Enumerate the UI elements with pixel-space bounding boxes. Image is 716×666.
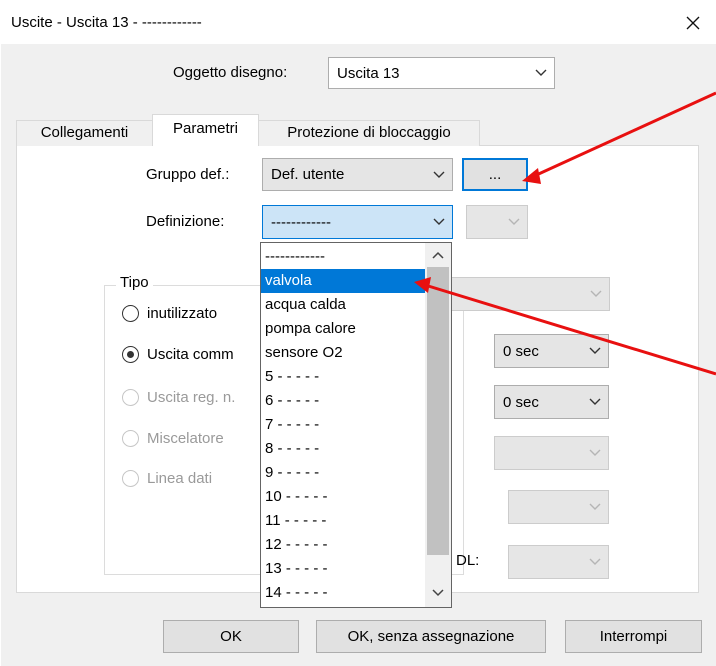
gruppo-label: Gruppo def.: bbox=[146, 166, 230, 183]
radio-linea-dati[interactable] bbox=[122, 470, 139, 487]
chevron-down-icon bbox=[535, 69, 547, 77]
radio-label-uscita-reg: Uscita reg. n. bbox=[147, 389, 236, 406]
chevron-down-icon bbox=[433, 171, 445, 179]
dropdown-item[interactable]: 10 - - - - - bbox=[261, 485, 425, 509]
chevron-down-icon bbox=[508, 218, 520, 226]
definizione-dropdown-list[interactable]: ------------ valvola acqua calda pompa c… bbox=[260, 242, 452, 608]
gruppo-select[interactable]: Def. utente bbox=[262, 158, 453, 191]
ok-button[interactable]: OK bbox=[163, 620, 299, 653]
delay-select-1[interactable]: 0 sec bbox=[494, 334, 609, 368]
radio-miscelatore[interactable] bbox=[122, 430, 139, 447]
dropdown-item[interactable]: acqua calda bbox=[261, 293, 425, 317]
option-select-4[interactable] bbox=[508, 490, 609, 524]
dropdown-item[interactable]: 11 - - - - - bbox=[261, 509, 425, 533]
radio-uscita-reg[interactable] bbox=[122, 389, 139, 406]
dropdown-item[interactable]: 14 - - - - - bbox=[261, 581, 425, 605]
dropdown-item[interactable]: 12 - - - - - bbox=[261, 533, 425, 557]
tab-protezione-bloccaggio[interactable]: Protezione di bloccaggio bbox=[258, 120, 480, 146]
dropdown-item[interactable]: 13 - - - - - bbox=[261, 557, 425, 581]
oggetto-select[interactable]: Uscita 13 bbox=[328, 57, 555, 89]
dropdown-item[interactable]: sensore O2 bbox=[261, 341, 425, 365]
window-title: Uscite - Uscita 13 - ------------ bbox=[11, 14, 202, 31]
tab-parametri[interactable]: Parametri bbox=[152, 114, 259, 146]
scroll-up-icon[interactable] bbox=[431, 250, 445, 260]
dropdown-scrollbar[interactable] bbox=[425, 243, 451, 607]
dropdown-item[interactable]: pompa calore bbox=[261, 317, 425, 341]
radio-uscita-comm[interactable] bbox=[122, 346, 139, 363]
close-icon bbox=[686, 16, 700, 30]
dropdown-item[interactable]: 6 - - - - - bbox=[261, 389, 425, 413]
radio-label-uscita-comm: Uscita comm bbox=[147, 346, 234, 363]
scroll-thumb[interactable] bbox=[427, 267, 449, 555]
radio-label-miscelatore: Miscelatore bbox=[147, 430, 224, 447]
dropdown-item[interactable]: 9 - - - - - bbox=[261, 461, 425, 485]
tab-collegamenti[interactable]: Collegamenti bbox=[16, 120, 153, 146]
dropdown-item[interactable]: 8 - - - - - bbox=[261, 437, 425, 461]
close-button[interactable] bbox=[678, 8, 708, 38]
ok-no-assign-button[interactable]: OK, senza assegnazione bbox=[316, 620, 546, 653]
definizione-label: Definizione: bbox=[146, 213, 225, 230]
dialog-edge bbox=[0, 44, 1, 666]
chevron-down-icon bbox=[589, 558, 601, 566]
dl-label: DL: bbox=[456, 552, 480, 569]
radio-label-inutilizzato: inutilizzato bbox=[147, 305, 218, 322]
ellipsis-button[interactable]: ... bbox=[462, 158, 528, 191]
radio-label-linea-dati: Linea dati bbox=[147, 470, 213, 487]
chevron-down-icon bbox=[589, 398, 601, 406]
dropdown-item-selected[interactable]: valvola bbox=[261, 269, 425, 293]
dropdown-item[interactable]: 7 - - - - - bbox=[261, 413, 425, 437]
delay-select-2[interactable]: 0 sec bbox=[494, 385, 609, 419]
oggetto-label: Oggetto disegno: bbox=[173, 64, 288, 81]
dl-select[interactable] bbox=[508, 545, 609, 579]
chevron-down-icon bbox=[589, 347, 601, 355]
tipo-detail-select[interactable] bbox=[440, 277, 610, 311]
cancel-button[interactable]: Interrompi bbox=[565, 620, 702, 653]
definizione-extra-select[interactable] bbox=[466, 205, 528, 239]
definizione-select[interactable]: ------------ bbox=[262, 205, 453, 239]
definizione-value: ------------ bbox=[271, 213, 331, 231]
dropdown-item[interactable]: 5 - - - - - bbox=[261, 365, 425, 389]
chevron-down-icon bbox=[589, 503, 601, 511]
delay-value-1: 0 sec bbox=[503, 342, 539, 360]
chevron-down-icon bbox=[589, 449, 601, 457]
chevron-down-icon bbox=[433, 218, 445, 226]
tipo-title: Tipo bbox=[116, 274, 153, 291]
oggetto-value: Uscita 13 bbox=[337, 64, 400, 82]
chevron-down-icon bbox=[590, 290, 602, 298]
delay-value-2: 0 sec bbox=[503, 393, 539, 411]
scroll-down-icon[interactable] bbox=[431, 588, 445, 598]
gruppo-value: Def. utente bbox=[271, 166, 345, 183]
radio-inutilizzato[interactable] bbox=[122, 305, 139, 322]
option-select-3[interactable] bbox=[494, 436, 609, 470]
dropdown-item[interactable]: ------------ bbox=[261, 245, 425, 269]
